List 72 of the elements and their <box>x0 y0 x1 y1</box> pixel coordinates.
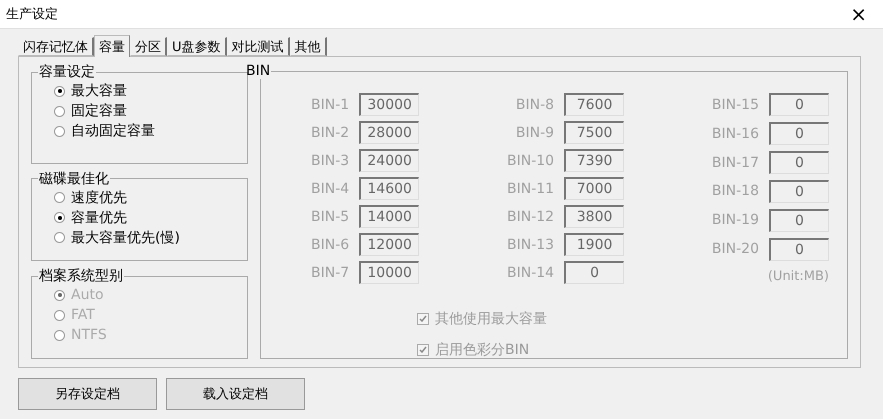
bin-label: BIN-10 <box>507 152 554 168</box>
bin-label: BIN-13 <box>507 236 554 252</box>
group-title: 磁碟最佳化 <box>38 170 110 188</box>
bin-value-field[interactable]: 7390 <box>564 149 624 172</box>
radio-label: 速度优先 <box>71 188 127 207</box>
radio-button[interactable] <box>54 192 65 204</box>
tab[interactable]: 对比测试 <box>226 37 290 56</box>
bin-label: BIN-12 <box>507 208 554 224</box>
group-title: BIN <box>245 63 272 79</box>
bin-value-field[interactable]: 24000 <box>359 149 420 172</box>
bin-label: BIN-16 <box>712 126 759 142</box>
group-title: 容量设定 <box>38 63 96 81</box>
action-button[interactable]: 载入设定档 <box>166 378 305 410</box>
tab[interactable]: 其他 <box>290 37 327 56</box>
bin-label: BIN-4 <box>311 180 350 196</box>
tab[interactable]: U盘参数 <box>167 37 227 56</box>
bin-value-field[interactable]: 14600 <box>359 177 420 200</box>
bin-value-field[interactable]: 14000 <box>359 205 420 228</box>
checkbox-label: 其他使用最大容量 <box>435 310 547 328</box>
radio-button[interactable] <box>54 232 65 244</box>
bin-label: BIN-6 <box>311 236 350 252</box>
radio-button[interactable] <box>54 86 65 96</box>
tab[interactable]: 闪存记忆体 <box>18 37 94 56</box>
group-title: 档案系统型别 <box>38 267 124 286</box>
tab[interactable]: 分区 <box>130 37 167 56</box>
bin-value-field[interactable]: 3800 <box>564 205 624 228</box>
bin-label: BIN-11 <box>507 180 554 196</box>
radio-button[interactable] <box>54 106 65 116</box>
tab[interactable]: 容量 <box>94 35 130 57</box>
radio-label: 自动固定容量 <box>71 122 155 140</box>
close-button[interactable]: × <box>846 2 871 26</box>
bin-label: BIN-18 <box>712 183 759 200</box>
radio-label: NTFS <box>71 327 107 344</box>
radio-label: 最大容量优先(慢) <box>71 228 180 247</box>
bin-value-field[interactable]: 0 <box>564 261 624 284</box>
bin-value-field[interactable]: 0 <box>768 151 829 174</box>
bin-value-field[interactable]: 30000 <box>359 93 420 116</box>
bin-label: BIN-3 <box>311 152 350 168</box>
radio-button[interactable] <box>54 212 65 224</box>
action-button[interactable]: 另存设定档 <box>18 378 157 410</box>
bin-value-field[interactable]: 7500 <box>564 121 624 144</box>
bin-value-field[interactable]: 0 <box>768 93 829 116</box>
bin-value-field[interactable]: 0 <box>768 208 829 232</box>
bin-value-field[interactable]: 1900 <box>564 233 624 256</box>
bin-label: BIN-14 <box>507 264 554 280</box>
bin-label: BIN-1 <box>311 96 350 112</box>
bin-label: BIN-8 <box>514 96 554 112</box>
bin-value-field[interactable]: 28000 <box>359 121 420 144</box>
bin-value-field[interactable]: 0 <box>768 122 829 146</box>
bin-value-field[interactable]: 7600 <box>564 93 624 116</box>
checkbox-label: 启用色彩分BIN <box>435 341 530 359</box>
bin-label: BIN-9 <box>514 124 554 140</box>
bin-label: BIN-7 <box>311 264 350 280</box>
radio-label: FAT <box>71 307 95 324</box>
radio-label: 固定容量 <box>71 102 127 120</box>
window-title: 生产设定 <box>6 6 58 23</box>
bin-label: BIN-5 <box>311 208 350 224</box>
bin-label: BIN-2 <box>311 124 350 140</box>
bin-value-field[interactable]: 7000 <box>564 177 624 200</box>
bin-label: BIN-17 <box>712 154 759 171</box>
bin-label: BIN-20 <box>712 241 759 258</box>
radio-label: 容量优先 <box>71 208 127 227</box>
bin-value-field[interactable]: 12000 <box>359 233 420 256</box>
radio-button[interactable] <box>54 126 65 136</box>
bin-label: BIN-19 <box>712 212 759 228</box>
bin-value-field[interactable]: 10000 <box>359 261 420 284</box>
unit-label: (Unit:MB) <box>768 268 829 284</box>
bin-value-field[interactable]: 0 <box>768 180 829 203</box>
radio-label: 最大容量 <box>71 82 127 100</box>
bin-value-field[interactable]: 0 <box>768 238 829 261</box>
radio-label: Auto <box>71 287 104 304</box>
bin-label: BIN-15 <box>712 96 759 113</box>
